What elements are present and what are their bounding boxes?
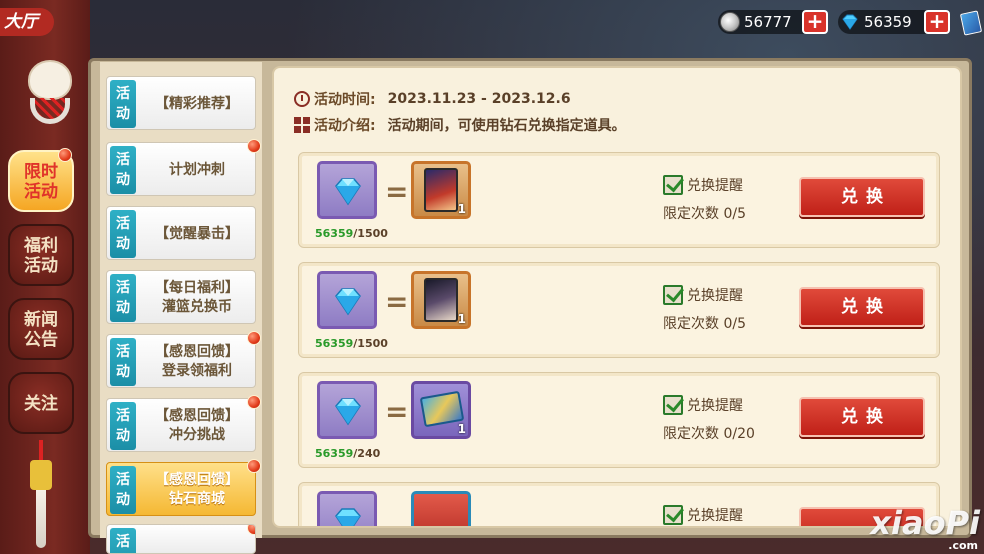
top-bar: 大厅 56777 + 56359 + xyxy=(0,0,984,44)
diamond-have-count: 56359/1500 xyxy=(315,337,388,350)
diamond-icon xyxy=(335,288,361,316)
limit-text: 限定次数 0/20 xyxy=(663,426,755,442)
hall-title[interactable]: 大厅 xyxy=(0,8,54,36)
activity-item[interactable]: 活动 计划冲刺 xyxy=(106,139,261,196)
activity-badge: 活动 xyxy=(110,210,136,258)
activity-badge: 活动 xyxy=(110,338,136,386)
diamond-have-count: 56359/1500 xyxy=(315,227,388,240)
tab-limited-activities[interactable]: 限时 活动 xyxy=(8,148,74,212)
coin-value: 56777 xyxy=(744,13,792,31)
exchange-row: 兑换提醒 xyxy=(298,482,940,526)
diamond-cost-slot[interactable] xyxy=(317,491,377,526)
mascot-cat-icon xyxy=(26,60,74,124)
notification-dot xyxy=(247,139,261,153)
diamond-icon xyxy=(335,508,361,526)
clock-icon xyxy=(294,91,310,107)
exchange-row: = 1 56359/240 兑换提醒 限定次数 0/20 兑换 xyxy=(298,372,940,468)
activity-badge: 活动 xyxy=(110,146,136,194)
exchange-button[interactable]: 兑换 xyxy=(799,287,925,327)
lantern-decoration xyxy=(30,440,52,550)
activity-item[interactable]: 活动 【感恩回馈】 冲分挑战 xyxy=(106,395,261,452)
diamond-icon xyxy=(840,12,860,32)
tab-follow[interactable]: 关注 xyxy=(8,372,74,434)
exchange-reminder[interactable]: 兑换提醒 xyxy=(663,505,743,525)
diamond-icon xyxy=(335,178,361,206)
activity-badge: 活动 xyxy=(110,402,136,450)
reminder-checkbox[interactable] xyxy=(663,285,683,305)
activity-content: 活动时间: 2023.11.23 - 2023.12.6 活动介绍: 活动期间，… xyxy=(272,66,962,528)
notification-dot xyxy=(247,525,255,535)
exchange-button[interactable]: 兑换 xyxy=(799,397,925,437)
activity-item[interactable]: 活 xyxy=(106,524,256,554)
exchange-row: = 1 56359/1500 兑换提醒 限定次数 0/5 兑换 xyxy=(298,152,940,248)
limit-text: 限定次数 0/5 xyxy=(663,206,746,222)
diamond-have-count: 56359/240 xyxy=(315,447,381,460)
grid-icon xyxy=(294,117,310,133)
diamond-cost-slot[interactable] xyxy=(317,271,377,329)
reminder-checkbox[interactable] xyxy=(663,395,683,415)
watermark-logo: xiaoPi .com xyxy=(870,504,980,552)
activity-item[interactable]: 活动 【每日福利】 灌篮兑换币 xyxy=(106,270,256,324)
exchange-button[interactable]: 兑换 xyxy=(799,177,925,217)
player-card-icon xyxy=(424,278,458,322)
exchange-row: = 1 56359/1500 兑换提醒 限定次数 0/5 兑换 xyxy=(298,262,940,358)
player-card-slot[interactable]: 1 xyxy=(411,271,471,329)
add-diamonds-button[interactable]: + xyxy=(924,10,950,34)
coin-icon xyxy=(720,12,740,32)
activity-item[interactable]: 活动 【精彩推荐】 xyxy=(106,76,256,130)
reminder-checkbox[interactable] xyxy=(663,175,683,195)
diamond-icon xyxy=(335,398,361,426)
reminder-checkbox[interactable] xyxy=(663,505,683,525)
limit-text: 限定次数 0/5 xyxy=(663,316,746,332)
activity-badge: 活动 xyxy=(110,466,136,514)
diamond-cost-slot[interactable] xyxy=(317,161,377,219)
activity-badge: 活动 xyxy=(110,80,136,128)
item-card-slot[interactable] xyxy=(411,491,471,526)
exchange-reminder[interactable]: 兑换提醒 xyxy=(663,285,743,305)
event-intro: 活动介绍: 活动期间，可使用钻石兑换指定道具。 xyxy=(294,114,626,136)
item-card-slot[interactable]: 1 xyxy=(411,381,471,439)
activity-item[interactable]: 活动 【感恩回馈】 登录领福利 xyxy=(106,331,261,388)
player-card-icon xyxy=(424,168,458,212)
book-icon[interactable] xyxy=(959,10,983,36)
diamond-cost-slot[interactable] xyxy=(317,381,377,439)
tab-welfare-activities[interactable]: 福利 活动 xyxy=(8,224,74,286)
notification-dot xyxy=(247,331,261,345)
event-time: 活动时间: 2023.11.23 - 2023.12.6 xyxy=(294,88,571,110)
activity-badge: 活 xyxy=(110,528,136,553)
diamond-value: 56359 xyxy=(864,13,912,31)
exchange-reminder[interactable]: 兑换提醒 xyxy=(663,175,743,195)
activity-item-active[interactable]: 活动 【感恩回馈】 钻石商城 xyxy=(106,459,261,516)
notification-dot xyxy=(247,459,261,473)
notification-dot xyxy=(247,395,261,409)
tab-news[interactable]: 新闻 公告 xyxy=(8,298,74,360)
notification-dot xyxy=(58,148,72,162)
player-card-slot[interactable]: 1 xyxy=(411,161,471,219)
activity-badge: 活动 xyxy=(110,274,136,322)
add-coins-button[interactable]: + xyxy=(802,10,828,34)
exchange-reminder[interactable]: 兑换提醒 xyxy=(663,395,743,415)
activity-item[interactable]: 活动 【觉醒暴击】 xyxy=(106,206,256,260)
